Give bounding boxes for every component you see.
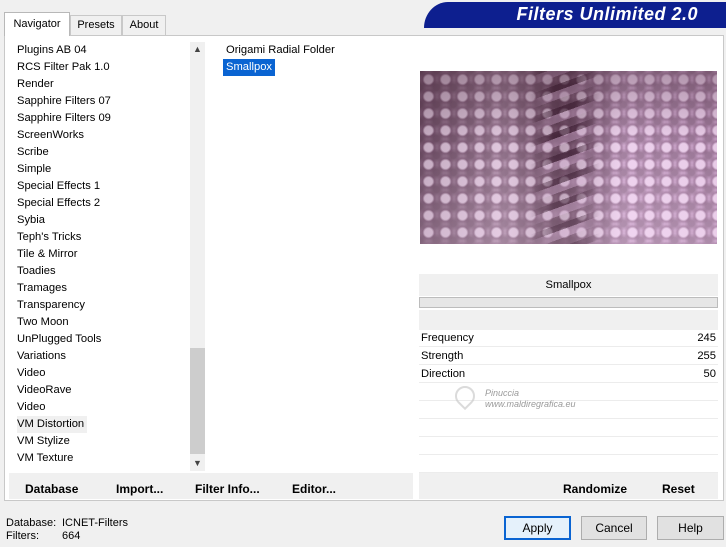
filters-count-label: Filters: <box>6 530 39 542</box>
category-item[interactable]: Tramages <box>17 280 187 297</box>
parameter-row[interactable]: Strength 255 <box>419 347 718 365</box>
watermark-line1: Pinuccia <box>485 388 520 398</box>
banner-title: Filters Unlimited 2.0 <box>516 4 698 24</box>
filter-item[interactable]: Origami Radial Folder <box>223 42 338 59</box>
parameter-value[interactable]: 255 <box>697 347 716 365</box>
title-banner: Filters Unlimited 2.0 <box>424 2 726 28</box>
filter-item-selected[interactable]: Smallpox <box>223 59 276 76</box>
category-item[interactable]: ScreenWorks <box>17 127 187 144</box>
category-item[interactable]: Variations <box>17 348 187 365</box>
category-item[interactable]: RCS Filter Pak 1.0 <box>17 59 187 76</box>
parameter-list[interactable]: Frequency 245 Strength 255 Direction 50 <box>419 329 718 491</box>
parameter-header <box>419 310 718 330</box>
help-button[interactable]: Help <box>657 516 724 540</box>
filters-count-value: 664 <box>62 530 81 542</box>
tab-about[interactable]: About <box>122 15 166 35</box>
tab-presets[interactable]: Presets <box>70 15 122 35</box>
category-item[interactable]: VideoRave <box>17 382 187 399</box>
category-item[interactable]: Scribe <box>17 144 187 161</box>
category-item[interactable]: VM Texture <box>17 450 187 467</box>
database-label: Database: <box>6 517 57 529</box>
parameter-value[interactable]: 245 <box>697 329 716 347</box>
parameter-row[interactable]: Direction 50 <box>419 365 718 383</box>
category-item[interactable]: UnPlugged Tools <box>17 331 187 348</box>
category-item[interactable]: Sapphire Filters 07 <box>17 93 187 110</box>
category-item[interactable]: Simple <box>17 161 187 178</box>
category-item-selected[interactable]: VM Distortion <box>17 416 87 433</box>
parameter-value[interactable]: 50 <box>704 365 716 383</box>
category-item[interactable]: Toadies <box>17 263 187 280</box>
apply-button[interactable]: Apply <box>504 516 571 540</box>
category-item[interactable]: VM Stylize <box>17 433 187 450</box>
category-item[interactable]: Sapphire Filters 09 <box>17 110 187 127</box>
editor-button[interactable]: Editor... <box>292 482 336 496</box>
scroll-up-icon[interactable]: ▲ <box>190 42 205 57</box>
scroll-down-icon[interactable]: ▼ <box>190 456 205 471</box>
filter-info-button[interactable]: Filter Info... <box>195 482 260 496</box>
parameter-row-empty <box>419 419 718 437</box>
category-item[interactable]: Transparency <box>17 297 187 314</box>
parameter-label: Frequency <box>421 332 474 344</box>
import-button[interactable]: Import... <box>116 482 163 496</box>
progress-bar <box>419 297 718 308</box>
database-button[interactable]: Database <box>25 482 78 496</box>
category-item[interactable]: Tile & Mirror <box>17 246 187 263</box>
category-item[interactable]: Teph's Tricks <box>17 229 187 246</box>
scroll-thumb[interactable] <box>190 348 205 454</box>
parameter-row[interactable]: Frequency 245 <box>419 329 718 347</box>
database-value: ICNET-Filters <box>62 517 128 529</box>
category-list[interactable]: Plugins AB 04 RCS Filter Pak 1.0 Render … <box>17 42 187 467</box>
randomize-button[interactable]: Randomize <box>563 482 627 496</box>
parameter-row-empty <box>419 455 718 473</box>
category-item[interactable]: Plugins AB 04 <box>17 42 187 59</box>
cancel-button[interactable]: Cancel <box>581 516 647 540</box>
category-item[interactable]: Video <box>17 399 187 416</box>
parameter-label: Direction <box>421 368 466 380</box>
category-scrollbar[interactable]: ▲ ▼ <box>190 42 205 471</box>
category-item[interactable]: Special Effects 1 <box>17 178 187 195</box>
reset-button[interactable]: Reset <box>662 482 695 496</box>
parameter-label: Strength <box>421 350 464 362</box>
category-item[interactable]: Video <box>17 365 187 382</box>
category-item[interactable]: Sybia <box>17 212 187 229</box>
watermark-line2: www.maldiregrafica.eu <box>485 399 576 409</box>
category-item[interactable]: Special Effects 2 <box>17 195 187 212</box>
selected-filter-title: Smallpox <box>419 274 718 296</box>
filter-list[interactable]: Origami Radial Folder Smallpox <box>223 42 338 76</box>
preview-image <box>420 71 717 244</box>
category-item[interactable]: Two Moon <box>17 314 187 331</box>
category-item[interactable]: Render <box>17 76 187 93</box>
parameter-row-empty <box>419 437 718 455</box>
tab-navigator[interactable]: Navigator <box>4 12 70 36</box>
watermark: Pinuccia www.maldiregrafica.eu <box>455 388 576 410</box>
